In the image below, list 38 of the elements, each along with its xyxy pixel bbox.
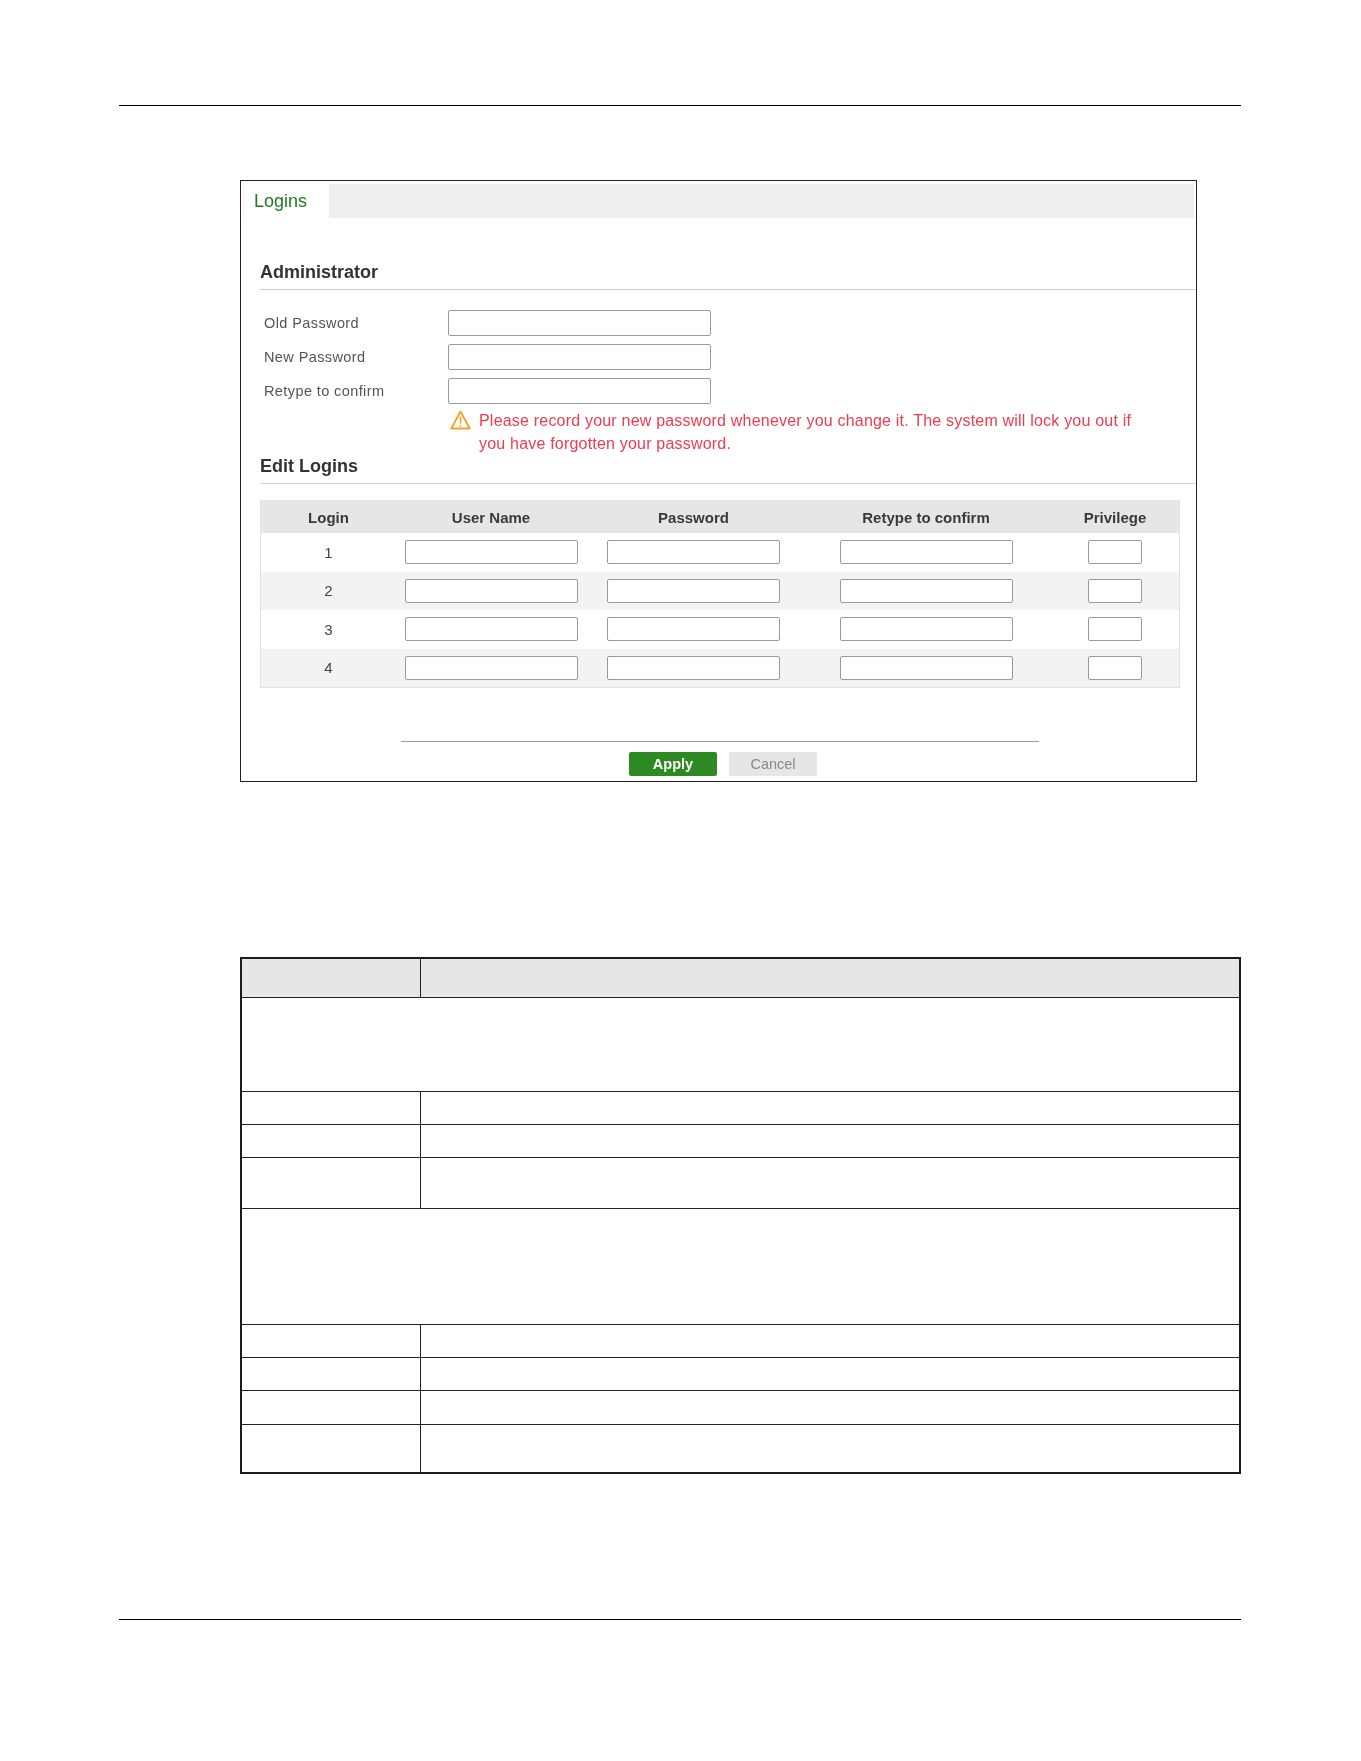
field-label: New Password (264, 349, 366, 365)
warning-icon (450, 410, 471, 430)
input-field[interactable] (839, 655, 1013, 680)
input-field[interactable] (607, 540, 780, 565)
input-field[interactable] (839, 617, 1013, 642)
input-field[interactable] (607, 617, 780, 642)
input-field[interactable] (1088, 578, 1142, 603)
input-field[interactable] (448, 310, 711, 336)
row-number: 4 (324, 659, 333, 677)
input-field[interactable] (448, 378, 711, 404)
input-field[interactable] (1088, 655, 1142, 680)
row-number: 3 (324, 620, 333, 638)
input-field[interactable] (607, 655, 780, 680)
cancel-button[interactable]: Cancel (729, 752, 817, 776)
input-field[interactable] (607, 578, 780, 603)
field-label: Retype to confirm (264, 383, 385, 399)
input-field[interactable] (839, 578, 1013, 603)
input-field[interactable] (839, 540, 1013, 565)
input-field[interactable] (404, 540, 578, 565)
input-field[interactable] (404, 578, 578, 603)
input-field[interactable] (404, 617, 578, 642)
warning-message: Please record your new password whenever you change it. The system will lock you out if you have forgotten your password. (479, 411, 1133, 454)
column-header: Retype to confirm (862, 508, 990, 526)
tab[interactable]: Logins (244, 184, 329, 218)
column-header: User Name (451, 508, 531, 526)
input-field[interactable] (1088, 617, 1142, 642)
row-number: 1 (324, 543, 333, 561)
field-label: Old Password (264, 315, 360, 331)
input-field[interactable] (404, 655, 578, 680)
input-field[interactable] (448, 344, 711, 370)
section-heading: Administrator (260, 261, 378, 283)
column-header: Login (308, 508, 349, 526)
column-header: Privilege (1083, 508, 1147, 526)
column-header: Password (658, 508, 729, 526)
input-field[interactable] (1088, 540, 1142, 565)
section-heading: Edit Logins (260, 455, 358, 477)
apply-button[interactable]: Apply (629, 752, 717, 776)
row-number: 2 (324, 582, 333, 600)
